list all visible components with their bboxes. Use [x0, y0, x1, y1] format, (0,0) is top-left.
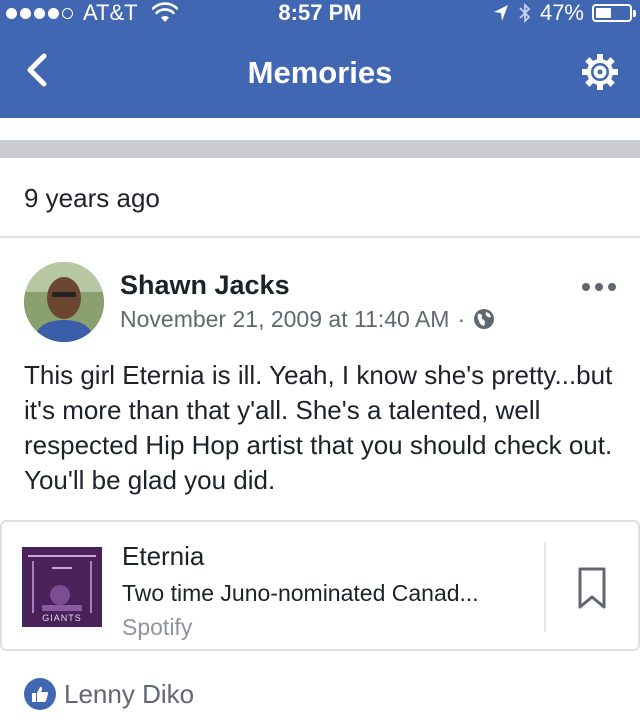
status-right: 47%: [492, 0, 636, 26]
nav-bar: Memories: [0, 26, 640, 118]
thumbnail-caption: GIANTS: [42, 613, 82, 623]
reactions-row[interactable]: Lenny Diko: [24, 676, 194, 712]
settings-button[interactable]: [580, 52, 620, 92]
meta-separator: ·: [457, 306, 466, 332]
card-divider: [544, 542, 546, 632]
post-date[interactable]: November 21, 2009 at 11:40 AM: [120, 304, 449, 334]
link-title: Eternia: [122, 541, 205, 571]
header: AT&T 8:57 PM 47% Memories: [0, 0, 640, 118]
thumbs-up-icon: [24, 678, 56, 710]
link-thumbnail: GIANTS: [22, 547, 102, 627]
section-separator: [0, 140, 640, 158]
link-source: Spotify: [122, 614, 193, 640]
link-preview-card[interactable]: GIANTS Eternia Two time Juno-nominated C…: [0, 520, 640, 651]
post-text: This girl Eternia is ill. Yeah, I know s…: [24, 360, 613, 495]
post-author[interactable]: Shawn Jacks: [120, 268, 290, 302]
section-header: 9 years ago: [0, 158, 640, 238]
bluetooth-icon: [519, 2, 531, 24]
page-title: Memories: [247, 55, 393, 90]
status-bar: AT&T 8:57 PM 47%: [0, 0, 640, 26]
profile-photo: [24, 262, 104, 342]
avatar[interactable]: [24, 262, 104, 342]
battery-percent: 47%: [539, 0, 584, 25]
link-description: Two time Juno-nominated Canad...: [122, 580, 479, 606]
reaction-names[interactable]: Lenny Diko: [64, 678, 194, 710]
bookmark-icon[interactable]: [576, 566, 608, 610]
post-meta: November 21, 2009 at 11:40 AM ·: [120, 304, 495, 334]
more-options-button[interactable]: [582, 280, 618, 294]
globe-icon: [474, 309, 495, 329]
location-arrow-icon: [493, 5, 508, 21]
time-ago-label: 9 years ago: [24, 183, 160, 213]
battery-icon: [592, 4, 636, 22]
